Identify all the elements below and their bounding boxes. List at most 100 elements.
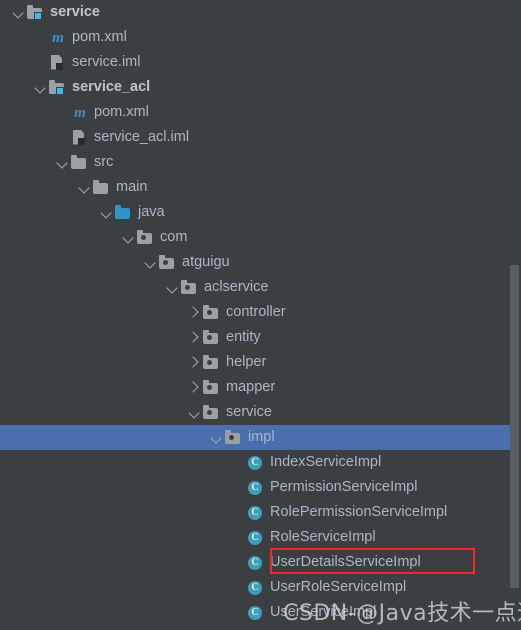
package-icon: [202, 354, 222, 372]
tree-row[interactable]: C RolePermissionServiceImpl: [0, 500, 521, 525]
package-icon: [202, 329, 222, 347]
tree-row[interactable]: impl: [0, 425, 521, 450]
tree-row[interactable]: m pom.xml: [0, 25, 521, 50]
package-dot: [229, 434, 234, 440]
package-icon: [224, 429, 244, 447]
tree-row[interactable]: C UserDetailsServiceImpl: [0, 550, 521, 575]
chevron-down-icon[interactable]: [10, 0, 26, 25]
indent-spacer: [0, 225, 120, 250]
indent-spacer: [0, 275, 164, 300]
tree-row[interactable]: atguigu: [0, 250, 521, 275]
tree-row-label: service.iml: [72, 54, 141, 70]
chevron-right-icon[interactable]: [186, 300, 202, 325]
indent-spacer: [0, 475, 230, 500]
vertical-scrollbar-track[interactable]: [510, 0, 521, 630]
vertical-scrollbar-thumb[interactable]: [510, 265, 519, 588]
tree-row[interactable]: controller: [0, 300, 521, 325]
tree-row-label: atguigu: [182, 254, 230, 270]
indent-spacer: [0, 350, 186, 375]
tree-row-label: UserDetailsServiceImpl: [270, 554, 421, 570]
tree-row-label: RolePermissionServiceImpl: [270, 504, 448, 520]
tree-row-label: PermissionServiceImpl: [270, 479, 418, 495]
java-class-icon: C: [246, 454, 266, 472]
indent-spacer: [0, 375, 186, 400]
iml-file-icon: [70, 129, 90, 147]
indent-spacer: [0, 500, 230, 525]
tree-row[interactable]: C IndexServiceImpl: [0, 450, 521, 475]
module-folder-icon: [48, 79, 68, 97]
chevron-down-icon[interactable]: [164, 275, 180, 300]
chevron-down-icon[interactable]: [142, 250, 158, 275]
indent-spacer: [0, 300, 186, 325]
twisty-placeholder: [230, 500, 246, 525]
indent-spacer: [0, 250, 142, 275]
tree-row[interactable]: service.iml: [0, 50, 521, 75]
tree-row-label: service: [50, 4, 100, 20]
chevron-right-icon[interactable]: [186, 350, 202, 375]
project-tree-panel: service m pom.xml service.iml service_acl m po…: [0, 0, 521, 630]
tree-row[interactable]: service_acl: [0, 75, 521, 100]
tree-row[interactable]: service_acl.iml: [0, 125, 521, 150]
package-icon: [202, 404, 222, 422]
java-class-icon: C: [246, 554, 266, 572]
chevron-right-icon[interactable]: [186, 375, 202, 400]
chevron-right-icon[interactable]: [186, 325, 202, 350]
package-icon: [202, 304, 222, 322]
twisty-placeholder: [230, 475, 246, 500]
tree-row-label: pom.xml: [94, 104, 149, 120]
package-dot: [207, 409, 212, 415]
twisty-placeholder: [230, 525, 246, 550]
indent-spacer: [0, 575, 230, 600]
tree-row-label: java: [138, 204, 165, 220]
tree-row[interactable]: C PermissionServiceImpl: [0, 475, 521, 500]
chevron-down-icon[interactable]: [54, 150, 70, 175]
tree-row[interactable]: m pom.xml: [0, 100, 521, 125]
tree-row[interactable]: C RoleServiceImpl: [0, 525, 521, 550]
chevron-down-icon[interactable]: [120, 225, 136, 250]
tree-row-label: controller: [226, 304, 286, 320]
tree-row[interactable]: entity: [0, 325, 521, 350]
tree-row[interactable]: aclservice: [0, 275, 521, 300]
package-dot: [207, 384, 212, 390]
package-icon: [202, 379, 222, 397]
module-badge: [34, 11, 42, 20]
tree-row[interactable]: service: [0, 0, 521, 25]
tree-row[interactable]: java: [0, 200, 521, 225]
indent-spacer: [0, 550, 230, 575]
chevron-down-icon[interactable]: [186, 400, 202, 425]
indent-spacer: [0, 25, 32, 50]
indent-spacer: [0, 325, 186, 350]
tree-row[interactable]: service: [0, 400, 521, 425]
chevron-down-icon[interactable]: [98, 200, 114, 225]
twisty-placeholder: [230, 550, 246, 575]
tree-row-label: helper: [226, 354, 267, 370]
chevron-down-icon[interactable]: [32, 75, 48, 100]
tree-row[interactable]: mapper: [0, 375, 521, 400]
indent-spacer: [0, 525, 230, 550]
tree-row[interactable]: com: [0, 225, 521, 250]
indent-spacer: [0, 175, 76, 200]
chevron-down-icon[interactable]: [76, 175, 92, 200]
module-badge: [56, 86, 64, 95]
package-icon: [136, 229, 156, 247]
tree-row-label: mapper: [226, 379, 276, 395]
package-dot: [207, 309, 212, 315]
tree-row-label: src: [94, 154, 114, 170]
package-dot: [163, 259, 168, 265]
package-dot: [207, 359, 212, 365]
package-dot: [207, 334, 212, 340]
class-circle-glyph: C: [248, 605, 262, 620]
tree-row[interactable]: helper: [0, 350, 521, 375]
package-dot: [185, 284, 190, 290]
folder-icon: [70, 154, 90, 172]
indent-spacer: [0, 450, 230, 475]
indent-spacer: [0, 425, 208, 450]
tree-row-label: aclservice: [204, 279, 269, 295]
module-folder-icon: [26, 4, 46, 22]
chevron-down-icon[interactable]: [208, 425, 224, 450]
indent-spacer: [0, 150, 54, 175]
class-circle-glyph: C: [248, 505, 262, 520]
tree-row[interactable]: main: [0, 175, 521, 200]
class-circle-glyph: C: [248, 580, 262, 595]
tree-row[interactable]: src: [0, 150, 521, 175]
